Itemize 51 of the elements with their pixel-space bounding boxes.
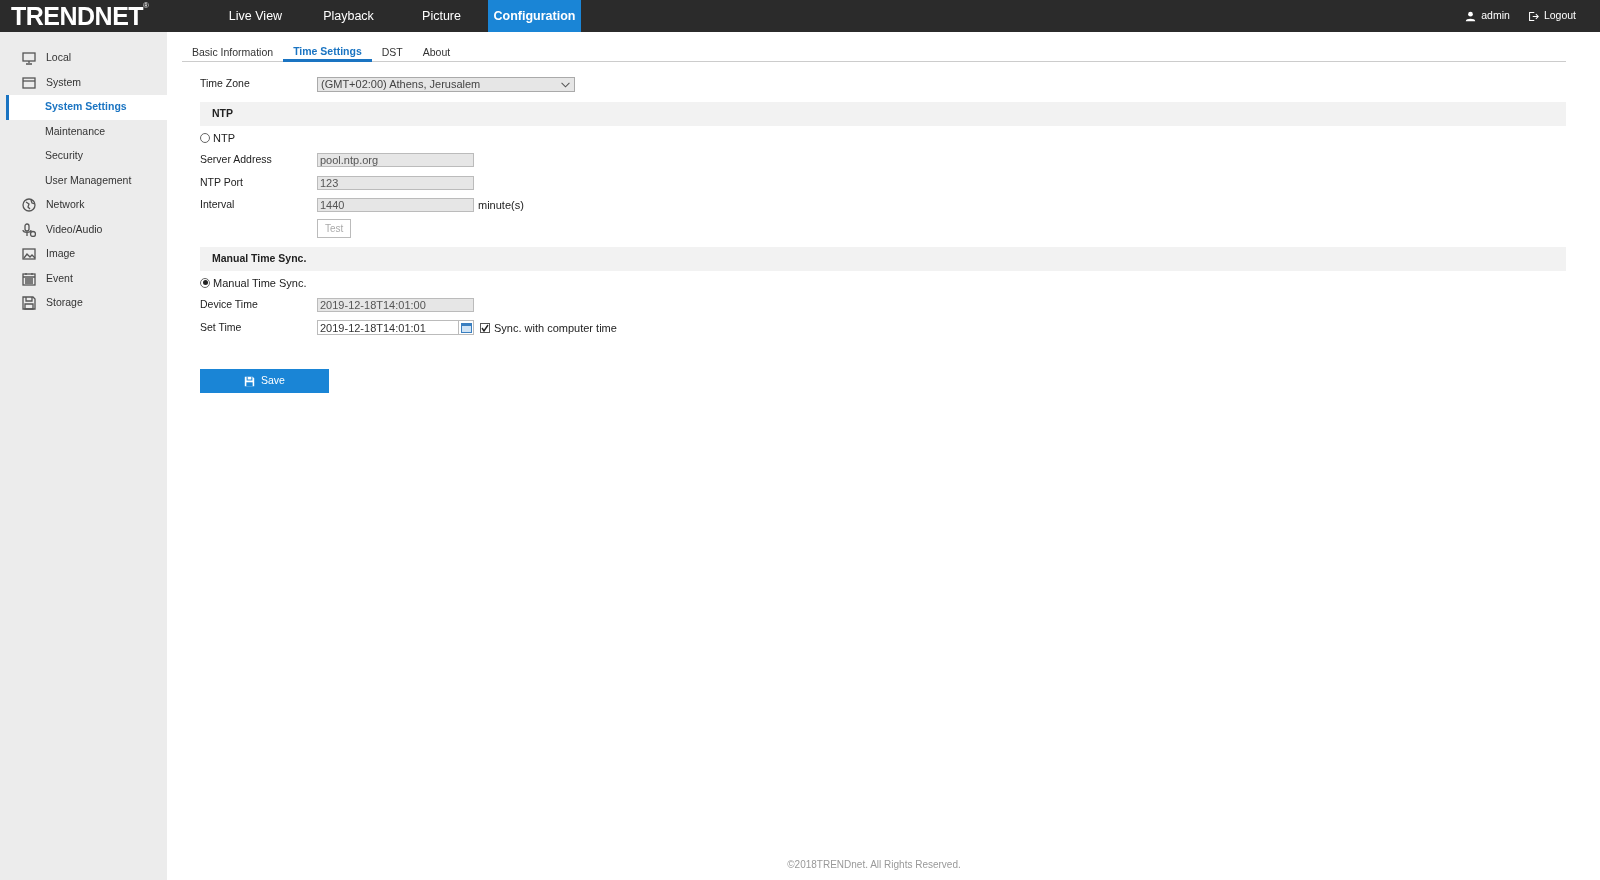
checkmark-icon <box>481 323 489 332</box>
section-title: Manual Time Sync. <box>212 250 307 266</box>
registered-mark: ® <box>143 2 149 10</box>
field-label: Interval <box>200 197 236 213</box>
unit-label: minute(s) <box>478 198 524 213</box>
input-field[interactable]: 2019-12-18T14:01:01 <box>317 320 459 336</box>
calendar-icon <box>22 271 36 286</box>
sidebar-item[interactable]: Security <box>0 144 167 169</box>
window-icon <box>22 75 36 90</box>
sidebar-item[interactable]: Video/Audio <box>0 217 167 242</box>
sidebar-item[interactable]: Local <box>0 46 167 71</box>
sidebar-item[interactable]: Maintenance <box>0 119 167 144</box>
field-label: Device Time <box>200 297 259 313</box>
logout-icon <box>1527 10 1539 22</box>
sidebar-item[interactable]: System Settings <box>6 95 167 120</box>
tab[interactable]: About <box>412 42 461 62</box>
checkbox-option[interactable]: Sync. with computer time <box>474 319 617 336</box>
calendar-button[interactable] <box>459 320 474 336</box>
logout-link[interactable]: Logout <box>1527 8 1576 24</box>
nav-tab[interactable]: Live View <box>209 0 302 32</box>
sidebar-item[interactable]: Event <box>0 266 167 291</box>
sidebar-item[interactable]: User Management <box>0 168 167 193</box>
monitor-icon <box>22 51 36 66</box>
floppy-icon <box>244 375 256 387</box>
sidebar-item[interactable]: Image <box>0 242 167 267</box>
tab[interactable]: Basic Information <box>182 42 284 62</box>
radio-option[interactable]: NTP <box>200 129 235 146</box>
logo: TRENDNET <box>11 2 144 30</box>
copyright-text: ©2018TRENDnet. All Rights Reserved. <box>787 859 961 870</box>
nav-tab[interactable]: Configuration <box>488 0 581 32</box>
microphone-icon <box>22 222 36 237</box>
radio-option[interactable]: Manual Time Sync. <box>200 274 307 291</box>
tab[interactable]: Time Settings <box>283 42 372 62</box>
field-label: Set Time <box>200 319 243 335</box>
image-icon <box>22 247 36 262</box>
section-title: NTP <box>212 105 233 121</box>
tab[interactable]: DST <box>371 42 413 62</box>
nav-tab[interactable]: Playback <box>302 0 395 32</box>
nav-tab[interactable]: Picture <box>395 0 488 32</box>
field-label: Time Zone <box>200 76 251 92</box>
user-icon <box>1465 10 1477 22</box>
sidebar-item[interactable]: Storage <box>0 291 167 316</box>
field-label: NTP Port <box>200 174 244 190</box>
time-zone-select[interactable]: (GMT+02:00) Athens, Jerusalem <box>317 76 575 92</box>
globe-icon <box>22 198 36 213</box>
sidebar-item[interactable]: Network <box>0 193 167 218</box>
sidebar-item[interactable]: System <box>0 70 167 95</box>
field-label: Server Address <box>200 152 273 168</box>
save-button[interactable]: Save <box>200 369 329 393</box>
floppy-icon <box>22 296 36 311</box>
user-link[interactable]: admin <box>1465 8 1510 24</box>
